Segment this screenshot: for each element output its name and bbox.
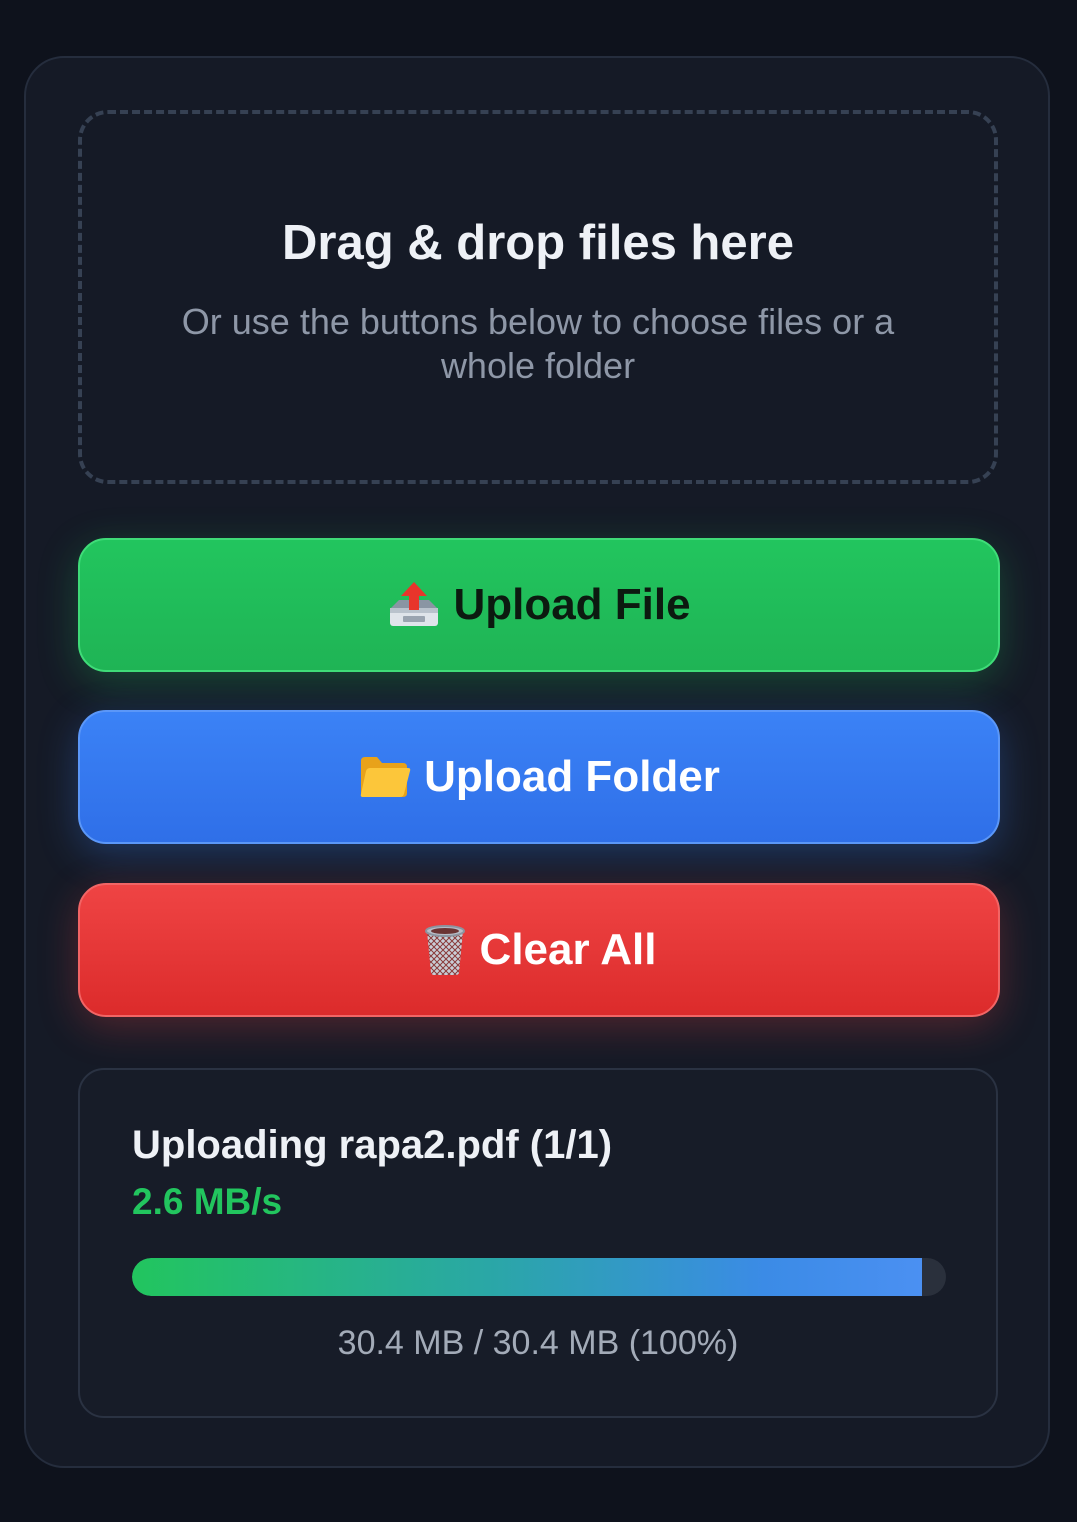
upload-file-button[interactable]: Upload File (78, 538, 1000, 672)
clear-all-button[interactable]: Clear All (78, 883, 1000, 1017)
upload-folder-button[interactable]: Upload Folder (78, 710, 1000, 844)
clear-all-label: Clear All (479, 925, 657, 974)
progress-bar-fill (132, 1258, 922, 1296)
upload-card: Drag & drop files here Or use the button… (24, 56, 1050, 1468)
progress-bar (132, 1258, 946, 1296)
drop-zone-title: Drag & drop files here (282, 216, 794, 270)
upload-folder-label: Upload Folder (424, 752, 720, 801)
wastebasket-icon (422, 923, 468, 977)
drop-zone-subtitle: Or use the buttons below to choose files… (181, 301, 895, 386)
folder-icon (358, 753, 412, 801)
upload-file-label: Upload File (453, 580, 691, 629)
upload-size-text: 30.4 MB / 30.4 MB (100%) (337, 1324, 739, 1362)
upload-status-title: Uploading rapa2.pdf (1/1) (132, 1123, 613, 1167)
drop-zone[interactable]: Drag & drop files here Or use the button… (78, 110, 998, 484)
outbox-tray-icon (387, 580, 441, 630)
upload-progress-panel: Uploading rapa2.pdf (1/1) 2.6 MB/s 30.4 … (78, 1068, 998, 1418)
upload-speed: 2.6 MB/s (132, 1181, 283, 1222)
